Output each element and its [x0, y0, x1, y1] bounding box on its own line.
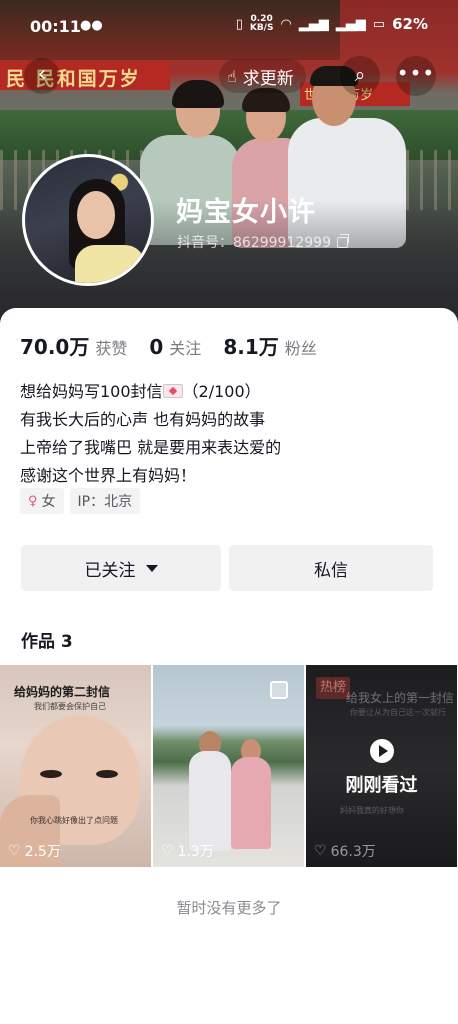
play-icon — [370, 739, 394, 763]
avatar[interactable] — [22, 154, 154, 286]
thumb-person — [231, 757, 271, 849]
thumb-subcaption: 我们都要会保护自己 — [34, 702, 106, 711]
stat-label: 粉丝 — [284, 339, 317, 358]
video-tile[interactable]: ♡ 1.3万 — [153, 665, 304, 867]
battery-level: 62% — [392, 15, 428, 33]
copy-icon[interactable] — [336, 233, 349, 248]
wechat-notification-icon: ●● — [80, 18, 103, 33]
search-icon: ⌕ — [354, 64, 366, 86]
stat-value: 0 — [149, 335, 164, 359]
search-button[interactable]: ⌕ — [340, 56, 380, 96]
net-speed: 0.20 KB/S — [250, 15, 274, 33]
thumb-bottom-text: 妈妈我真的好想你 — [340, 806, 404, 815]
thumb-eye — [40, 770, 62, 778]
no-more-text: 暂时没有更多了 — [176, 899, 282, 917]
stat-followers[interactable]: 8.1万 粉丝 — [223, 331, 316, 360]
more-button[interactable]: ••• — [396, 56, 436, 96]
following-button[interactable]: 已关注 — [21, 545, 221, 591]
bio-line: 想给妈妈写100封信 （2/100） — [20, 378, 281, 406]
stat-likes: 70.0万 获赞 — [20, 331, 127, 360]
avatar-dress — [75, 245, 145, 283]
gender-label: 女 — [41, 494, 56, 510]
heart-icon: ♡ — [314, 843, 327, 859]
bio-line: 上帝给了我嘴巴 就是要用来表达爱的 — [20, 438, 282, 457]
heart-icon: ♡ — [161, 843, 174, 859]
status-bar: 00:11 ●● ▯ 0.20 KB/S ◠ ▂▄▆ ▂▄▆ ▭ 62% — [0, 0, 458, 52]
image-gallery-icon — [270, 681, 288, 699]
thumb-person — [189, 751, 231, 851]
douyin-id-row[interactable]: 抖音号：86299912999 — [177, 232, 349, 252]
stat-label: 获赞 — [95, 339, 128, 358]
request-update-button[interactable]: ☝ 求更新 — [219, 59, 306, 93]
bio-line-text: （2/100） — [182, 382, 261, 401]
gender-tag: ♀ 女 — [20, 488, 64, 514]
female-icon: ♀ — [28, 493, 38, 509]
signal-icon: ▂▄▆ — [298, 16, 329, 32]
more-icon: ••• — [396, 61, 436, 85]
vibrate-icon: ▯ — [235, 16, 243, 32]
thumb-bottom-text: 你我心跳好像出了点问题 — [30, 816, 118, 825]
profile-tags: ♀ 女 IP：北京 — [20, 488, 141, 514]
hot-list-badge: 热榜 — [316, 677, 351, 699]
signal-icon: ▂▄▆ — [335, 16, 366, 32]
bio-line: 感谢这个世界上有妈妈！ — [20, 466, 197, 485]
profile-name: 妈宝女小许 — [176, 197, 316, 228]
wifi-icon: ◠ — [280, 16, 292, 32]
likes-count: 66.3万 — [330, 844, 376, 860]
chevron-left-icon: ‹ — [37, 62, 47, 87]
works-grid: 给妈妈的第二封信 我们都要会保护自己 你我心跳好像出了点问题 ♡ 2.5万 ♡ … — [0, 665, 458, 867]
video-likes: ♡ 2.5万 — [8, 841, 61, 861]
likes-count: 1.3万 — [177, 844, 214, 860]
bio-line-text: 想给妈妈写100封信 — [20, 382, 163, 401]
message-button[interactable]: 私信 — [229, 545, 433, 591]
heart-icon: ♡ — [8, 843, 21, 859]
stat-value: 70.0万 — [20, 335, 90, 359]
stats-row: 70.0万 获赞 0 关注 8.1万 粉丝 — [20, 331, 317, 360]
ip-tag: IP：北京 — [69, 488, 141, 514]
status-icons: ▯ 0.20 KB/S ◠ ▂▄▆ ▂▄▆ ▭ 62% — [235, 15, 428, 34]
thumb-subcaption: 你要让从为自己这一次就行 — [350, 708, 446, 717]
hand-icon: ☝ — [227, 66, 237, 86]
video-likes: ♡ 1.3万 — [161, 841, 214, 861]
video-tile[interactable]: 热榜 给我女上的第一封信 你要让从为自己这一次就行 妈妈我真的好想你 刚刚看过 … — [306, 665, 457, 867]
likes-count: 2.5万 — [24, 844, 61, 860]
bio: 想给妈妈写100封信 （2/100） 有我长大后的心声 也有妈妈的故事 上帝给了我… — [20, 378, 281, 490]
stat-value: 8.1万 — [223, 335, 279, 359]
request-update-label: 求更新 — [242, 68, 294, 89]
following-label: 已关注 — [84, 560, 136, 581]
caret-down-icon — [145, 564, 158, 572]
thumb-caption: 给我女上的第一封信 — [346, 691, 455, 705]
works-tab-title[interactable]: 作品 3 — [21, 627, 73, 652]
avatar-face — [77, 191, 115, 239]
stat-label: 关注 — [169, 339, 202, 358]
love-letter-icon — [162, 384, 183, 398]
net-speed-unit: KB/S — [249, 23, 274, 33]
cover-person — [172, 80, 224, 108]
video-tile[interactable]: 给妈妈的第二封信 我们都要会保护自己 你我心跳好像出了点问题 ♡ 2.5万 — [0, 665, 151, 867]
status-time: 00:11 — [30, 17, 81, 36]
battery-icon: ▭ — [372, 16, 386, 32]
thumb-eye — [96, 770, 118, 778]
message-label: 私信 — [314, 560, 348, 581]
stat-following[interactable]: 0 关注 — [149, 335, 201, 359]
thumb-caption: 给妈妈的第二封信 — [14, 685, 111, 699]
recently-watched-label: 刚刚看过 — [345, 775, 418, 796]
video-likes: ♡ 66.3万 — [314, 841, 376, 861]
douyin-id: 抖音号：86299912999 — [177, 235, 331, 251]
ip-label: IP：北京 — [77, 494, 133, 510]
back-button[interactable]: ‹ — [24, 58, 60, 94]
bio-line: 有我长大后的心声 也有妈妈的故事 — [20, 410, 266, 429]
